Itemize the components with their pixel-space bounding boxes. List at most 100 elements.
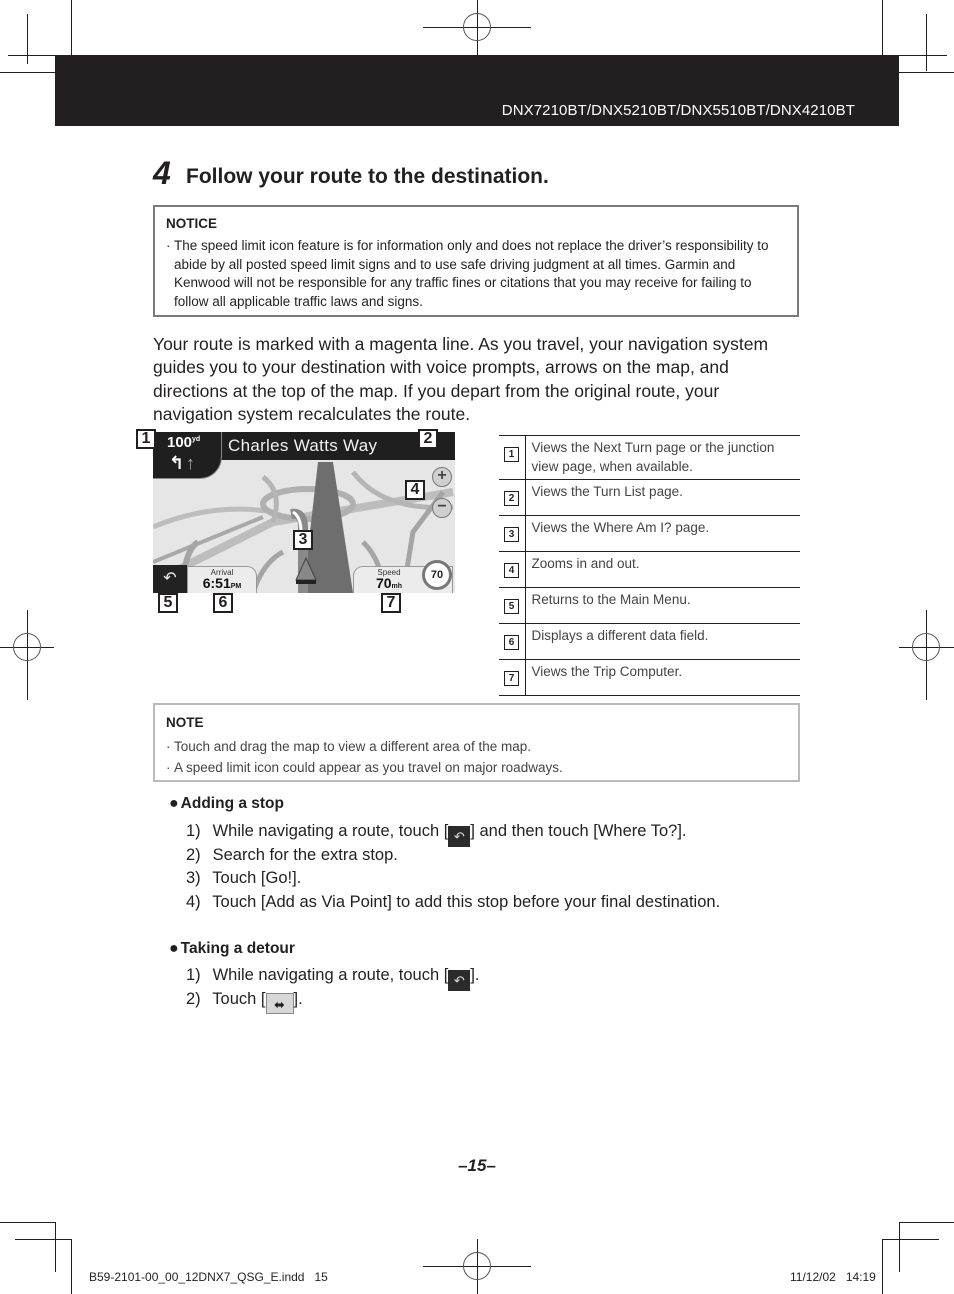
step-text: While navigating a route, touch [ xyxy=(212,822,449,840)
legend-row: 2 Views the Turn List page. xyxy=(499,479,800,516)
back-arrow-icon: ↶ xyxy=(448,826,471,847)
crop-mark xyxy=(899,1222,954,1223)
procedure-step: 2) Touch [⬌]. xyxy=(186,990,303,1014)
legend-number-cell: 7 xyxy=(499,659,526,696)
legend-number-cell: 3 xyxy=(499,515,526,552)
step-text: Touch [ xyxy=(212,990,266,1008)
legend-number: 6 xyxy=(504,635,519,650)
legend-row: 1 Views the Next Turn page or the junctio… xyxy=(499,435,800,480)
procedure-step: 1) While navigating a route, touch [↶]. xyxy=(186,966,480,991)
note-item: · A speed limit icon could appear as you… xyxy=(166,757,787,778)
legend-row: 5 Returns to the Main Menu. xyxy=(499,587,800,624)
turn-distance-value: 100 xyxy=(167,434,193,451)
speed-unit: mh xyxy=(391,583,403,590)
legend-number-cell: 6 xyxy=(499,623,526,660)
callout-5: 5 xyxy=(158,593,178,613)
turn-left-arrow-icon: ↰ xyxy=(169,453,185,473)
registration-circle xyxy=(463,1252,491,1280)
arrival-time-value: 6:51 xyxy=(202,575,231,591)
next-turn-panel[interactable]: 100yd ↰ ↑ xyxy=(153,432,222,479)
header-band: DNX7210BT/DNX5210BT/DNX5510BT/DNX4210BT xyxy=(55,55,899,126)
legend-row: 4 Zooms in and out. xyxy=(499,551,800,588)
callout-7: 7 xyxy=(381,593,401,613)
bullet: · xyxy=(166,760,171,775)
legend-number-cell: 5 xyxy=(499,587,526,624)
legend-number: 2 xyxy=(504,491,519,506)
callout-1: 1 xyxy=(136,429,156,449)
legend-row: 3 Views the Where Am I? page. xyxy=(499,515,800,552)
back-arrow-icon: ↶ xyxy=(448,970,471,991)
crop-mark xyxy=(71,0,72,55)
zoom-in-button[interactable]: + xyxy=(432,467,452,487)
step-text: Touch [Add as Via Point] to add this sto… xyxy=(212,893,721,911)
step-number: 4) xyxy=(186,893,201,911)
step-text: While navigating a route, touch [ xyxy=(212,966,449,984)
notice-box: NOTICE · The speed limit icon feature is… xyxy=(153,205,799,317)
callout-3: 3 xyxy=(293,530,313,550)
notice-text: The speed limit icon feature is for info… xyxy=(174,238,769,309)
legend-number-cell: 1 xyxy=(499,435,526,480)
speed-limit-sign: 70 xyxy=(422,560,452,590)
legend-description: Views the Where Am I? page. xyxy=(525,515,800,552)
section-title: Taking a detour xyxy=(180,940,295,957)
section-title: Adding a stop xyxy=(180,795,284,812)
legend-description: Views the Turn List page. xyxy=(525,479,800,516)
map-road xyxy=(250,549,285,593)
legend-description: Views the Next Turn page or the junction… xyxy=(525,435,800,480)
note-item: · Touch and drag the map to view a diffe… xyxy=(166,736,787,757)
arrival-time-suffix: PM xyxy=(230,583,242,590)
callout-4: 4 xyxy=(405,480,425,500)
arrival-data-field[interactable]: Arrival 6:51PM xyxy=(187,566,257,593)
step-text: ]. xyxy=(293,990,303,1008)
callout-legend-table: 1 Views the Next Turn page or the junctio… xyxy=(499,435,800,696)
note-text: A speed limit icon could appear as you t… xyxy=(174,760,563,775)
legend-description: Displays a different data field. xyxy=(525,623,800,660)
step-text: ] and then touch [Where To?]. xyxy=(470,822,687,840)
legend-number: 1 xyxy=(504,447,519,462)
step-number: 3) xyxy=(186,869,201,887)
bullet: · xyxy=(166,238,171,253)
intro-paragraph: Your route is marked with a magenta line… xyxy=(153,334,769,424)
legend-number: 3 xyxy=(504,527,519,542)
procedure-step: 1) While navigating a route, touch [↶] a… xyxy=(186,822,687,847)
procedure-step: 2) Search for the extra stop. xyxy=(186,846,398,865)
procedure-step: 4) Touch [Add as Via Point] to add this … xyxy=(186,893,720,912)
step-text: ]. xyxy=(470,966,480,984)
vehicle-shadow xyxy=(296,580,316,584)
turn-distance: 100yd xyxy=(167,434,200,451)
page-number: –15– xyxy=(458,1156,496,1175)
crop-mark xyxy=(926,14,927,71)
section-taking-detour: ● Taking a detour xyxy=(169,940,295,958)
legend-description: Returns to the Main Menu. xyxy=(525,587,800,624)
arrival-time: 6:51PM xyxy=(188,575,256,593)
registration-circle xyxy=(912,633,940,661)
back-arrow-icon: ↶ xyxy=(163,570,177,587)
note-heading: NOTE xyxy=(166,715,204,730)
detour-arrows-icon: ⬌ xyxy=(265,993,294,1014)
note-box: NOTE · Touch and drag the map to view a … xyxy=(153,703,800,782)
crop-mark xyxy=(71,1239,72,1294)
turn-distance-unit: yd xyxy=(192,436,201,443)
crop-mark xyxy=(899,72,954,73)
model-names: DNX7210BT/DNX5210BT/DNX5510BT/DNX4210BT xyxy=(501,102,855,119)
legend-row: 7 Views the Trip Computer. xyxy=(499,659,800,696)
note-text: Touch and drag the map to view a differe… xyxy=(174,739,531,754)
crop-mark xyxy=(0,72,55,73)
crop-mark xyxy=(882,1239,883,1294)
callout-2: 2 xyxy=(418,429,438,449)
crop-mark xyxy=(899,55,947,56)
map-screenshot: Charles Watts Way 100yd ↰ ↑ + − ↶ Arriva… xyxy=(153,432,455,593)
legend-number-cell: 4 xyxy=(499,551,526,588)
step-number: 4 xyxy=(153,155,171,191)
registration-circle xyxy=(13,633,41,661)
step-text: Touch [Go!]. xyxy=(212,869,302,887)
zoom-out-button[interactable]: − xyxy=(432,498,452,518)
callout-6: 6 xyxy=(213,593,233,613)
main-menu-button[interactable]: ↶ xyxy=(153,565,187,593)
legend-number: 5 xyxy=(504,599,519,614)
step-text: Search for the extra stop. xyxy=(212,846,398,864)
crop-mark xyxy=(8,55,55,56)
step-number: 1) xyxy=(186,966,201,984)
crop-mark xyxy=(27,14,28,64)
legend-number-cell: 2 xyxy=(499,479,526,516)
